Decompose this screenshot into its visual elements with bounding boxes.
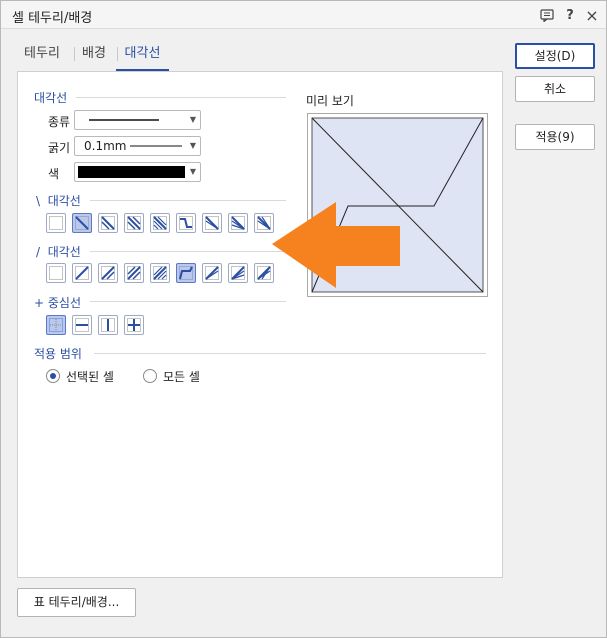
table-border-background-button[interactable]: 표 테두리/배경... <box>17 588 136 617</box>
cell-border-background-dialog: 셀 테두리/배경 ? × 테두리 배경 대각선 대각선 종류 ▼ 굵기 0.1m… <box>0 0 607 638</box>
center-line-title: + 중심선 <box>34 294 81 311</box>
divider <box>90 251 286 252</box>
ok-button[interactable]: 설정(D) <box>515 43 595 69</box>
divider <box>76 97 286 98</box>
thin-line-sample-icon <box>130 145 182 147</box>
chevron-down-icon: ▼ <box>189 167 196 176</box>
diagonal-panel: 대각선 종류 ▼ 굵기 0.1mm ▼ 색 ▼ \ 대각선 / 대각선 + 중심… <box>17 71 503 578</box>
color-label: 색 <box>48 167 60 181</box>
apply-button[interactable]: 적용(9) <box>515 124 595 150</box>
slash-none-button[interactable] <box>46 263 66 283</box>
slash-step-button[interactable] <box>176 263 196 283</box>
slash-fan-full-button[interactable] <box>254 263 274 283</box>
slash-corner-button[interactable] <box>202 263 222 283</box>
chevron-down-icon: ▼ <box>189 115 196 124</box>
backslash-single-button[interactable] <box>72 213 92 233</box>
tab-diagonal[interactable]: 대각선 <box>116 41 169 71</box>
thickness-select[interactable]: 0.1mm ▼ <box>74 136 201 156</box>
annotation-arrow <box>272 202 400 288</box>
preview-label: 미리 보기 <box>306 94 354 108</box>
scope-selected-cells-label[interactable]: 선택된 셀 <box>66 368 114 385</box>
help-icon[interactable]: ? <box>561 6 579 24</box>
backslash-none-button[interactable] <box>46 213 66 233</box>
slash-diagonal-title: / 대각선 <box>36 243 81 260</box>
scope-all-cells-radio[interactable] <box>143 369 157 383</box>
divider <box>90 200 286 201</box>
type-label: 종류 <box>48 115 71 129</box>
divider <box>90 301 286 302</box>
comment-icon[interactable] <box>538 6 556 24</box>
slash-diagonal-label: 대각선 <box>47 245 81 259</box>
center-horizontal-button[interactable] <box>72 315 92 335</box>
backslash-fan-button[interactable] <box>228 213 248 233</box>
backslash-double-button[interactable] <box>98 213 118 233</box>
chevron-down-icon: ▼ <box>189 141 196 150</box>
center-line-label: 중심선 <box>47 296 82 310</box>
tab-background[interactable]: 배경 <box>78 41 110 71</box>
backslash-diagonal-label: 대각선 <box>47 194 81 208</box>
tab-border[interactable]: 테두리 <box>18 41 66 71</box>
center-none-button[interactable] <box>46 315 66 335</box>
slash-prefix: / <box>36 245 41 259</box>
slash-double-button[interactable] <box>98 263 118 283</box>
tab-separator <box>74 47 75 61</box>
thickness-value: 0.1mm <box>84 139 127 153</box>
scope-selected-cells-radio[interactable] <box>46 369 60 383</box>
backslash-triple-button[interactable] <box>124 213 144 233</box>
cancel-button[interactable]: 취소 <box>515 76 595 102</box>
backslash-fan-full-button[interactable] <box>254 213 274 233</box>
window-title: 셀 테두리/배경 <box>12 11 93 26</box>
slash-multi-button[interactable] <box>150 263 170 283</box>
close-icon[interactable]: × <box>583 6 601 25</box>
backslash-diagonal-title: \ 대각선 <box>36 192 81 209</box>
diagonal-section-title: 대각선 <box>34 91 68 105</box>
line-type-select[interactable]: ▼ <box>74 110 201 130</box>
scope-all-cells-label[interactable]: 모든 셀 <box>163 368 200 385</box>
backslash-corner-button[interactable] <box>202 213 222 233</box>
divider <box>94 353 486 354</box>
slash-triple-button[interactable] <box>124 263 144 283</box>
apply-scope-title: 적용 범위 <box>34 347 82 361</box>
thickness-label: 굵기 <box>48 141 71 155</box>
title-bar: 셀 테두리/배경 ? × <box>1 1 606 29</box>
solid-line-sample-icon <box>89 119 159 121</box>
center-vertical-button[interactable] <box>98 315 118 335</box>
color-select[interactable]: ▼ <box>74 162 201 182</box>
backslash-multi-button[interactable] <box>150 213 170 233</box>
backslash-prefix: \ <box>36 194 41 208</box>
center-cross-button[interactable] <box>124 315 144 335</box>
center-prefix: + <box>34 296 45 310</box>
slash-single-button[interactable] <box>72 263 92 283</box>
color-swatch <box>78 166 185 178</box>
slash-fan-button[interactable] <box>228 263 248 283</box>
backslash-step-button[interactable] <box>176 213 196 233</box>
